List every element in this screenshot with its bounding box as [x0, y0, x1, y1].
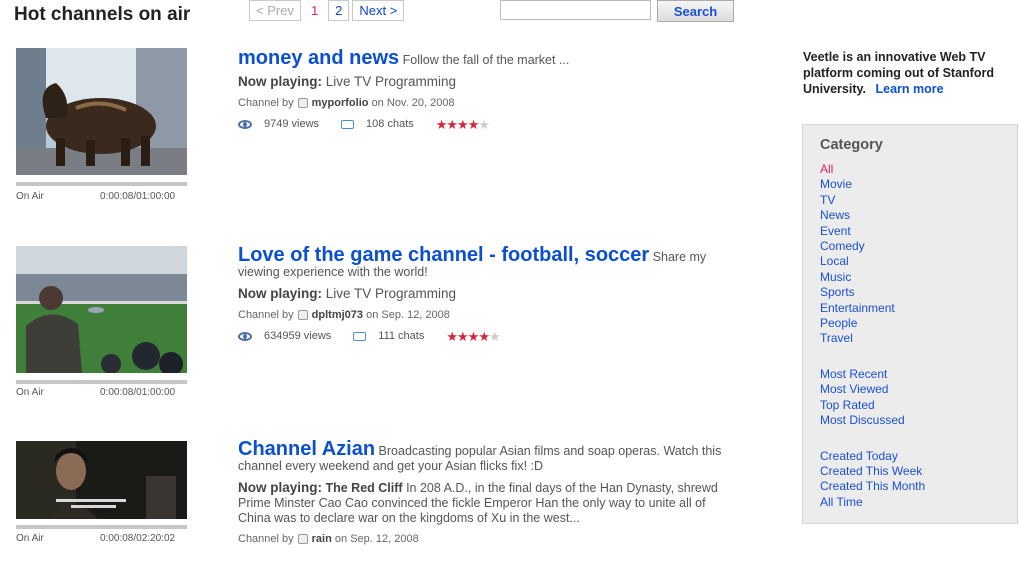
category-link-news[interactable]: News — [820, 208, 1017, 223]
category-link-comedy[interactable]: Comedy — [820, 239, 1017, 254]
playback-time: 0:00:08/02:20:02 — [100, 533, 176, 544]
now-playing-label: Now playing: — [238, 74, 322, 89]
view-count: 9749 views — [264, 118, 320, 130]
category-link-tv[interactable]: TV — [820, 193, 1017, 208]
now-playing: Now playing: Live TV Programming — [238, 286, 728, 301]
category-link-movie[interactable]: Movie — [820, 177, 1017, 192]
chat-count: 111 chats — [378, 330, 425, 342]
category-link-all[interactable]: All — [820, 162, 1017, 177]
rating-stars: ★★★★★ — [435, 117, 490, 132]
now-playing-text: Live TV Programming — [325, 74, 457, 89]
sort-most-discussed[interactable]: Most Discussed — [820, 413, 1017, 428]
category-link-entertainment[interactable]: Entertainment — [820, 301, 1017, 316]
filter-all-time[interactable]: All Time — [820, 495, 1017, 510]
now-playing: Now playing: The Red Cliff In 208 A.D., … — [238, 480, 733, 526]
search-button[interactable]: Search — [657, 0, 734, 22]
prev-page-button[interactable]: < Prev — [249, 0, 301, 21]
chat-icon — [341, 120, 355, 129]
now-playing-label: Now playing: — [238, 480, 322, 495]
playback-time: 0:00:08/01:00:00 — [100, 191, 176, 202]
channel-owner-link[interactable]: dpltmj073 — [312, 309, 363, 321]
channel-thumbnail[interactable] — [16, 48, 187, 175]
date-filter-list: Created Today Created This Week Created … — [820, 449, 1017, 511]
user-icon — [297, 534, 308, 545]
search-input[interactable] — [500, 0, 651, 20]
channel-thumbnail[interactable] — [16, 441, 187, 519]
filter-created-this-week[interactable]: Created This Week — [820, 464, 1017, 479]
channel-stats: 634959 views 111 chats ★★★★★ — [238, 329, 728, 344]
channel-owner-link[interactable]: myporfolio — [312, 97, 369, 109]
on-air-status: On Air — [16, 387, 44, 398]
views-icon — [238, 120, 252, 129]
now-playing-text: Live TV Programming — [325, 286, 457, 301]
sort-most-viewed[interactable]: Most Viewed — [820, 382, 1017, 397]
channel-by-label: Channel by — [238, 533, 294, 545]
chat-icon — [353, 332, 367, 341]
user-icon — [297, 310, 308, 321]
channel-on-label: on — [334, 533, 348, 545]
now-playing: Now playing: Live TV Programming — [238, 74, 738, 89]
page-title: Hot channels on air — [14, 4, 191, 25]
pagination: < Prev 1 2 Next > — [249, 0, 405, 21]
channel-on-label: on — [366, 309, 379, 321]
category-link-local[interactable]: Local — [820, 254, 1017, 269]
category-link-music[interactable]: Music — [820, 270, 1017, 285]
about-veetle: Veetle is an innovative Web TV platform … — [803, 49, 1018, 97]
playback-progress — [16, 525, 187, 529]
chat-count: 108 chats — [366, 118, 414, 130]
user-icon — [297, 98, 308, 109]
playback-progress — [16, 380, 187, 384]
learn-more-link[interactable]: Learn more — [875, 82, 943, 96]
channel-title-link[interactable]: Love of the game channel - football, soc… — [238, 244, 649, 266]
playback-progress — [16, 182, 187, 186]
view-count: 634959 views — [264, 330, 332, 342]
channel-on-label: on — [371, 97, 384, 109]
category-link-sports[interactable]: Sports — [820, 285, 1017, 300]
channel-byline: Channel by dpltmj073 on Sep. 12, 2008 — [238, 308, 728, 323]
channel-by-label: Channel by — [238, 97, 294, 109]
page-2-link[interactable]: 2 — [328, 0, 350, 21]
sort-most-recent[interactable]: Most Recent — [820, 367, 1017, 382]
playback-time: 0:00:08/01:00:00 — [100, 387, 176, 398]
channel-date: Sep. 12, 2008 — [350, 533, 419, 545]
rating-stars: ★★★★★ — [446, 329, 500, 344]
category-type-list: All Movie TV News Event Comedy Local Mus… — [820, 162, 1017, 347]
channel-owner-link[interactable]: rain — [312, 533, 332, 545]
now-playing-label: Now playing: — [238, 286, 322, 301]
now-playing-program: The Red Cliff — [325, 481, 403, 495]
category-panel: Category All Movie TV News Event Comedy … — [802, 124, 1018, 524]
sort-list: Most Recent Most Viewed Top Rated Most D… — [820, 367, 1017, 429]
channel-by-label: Channel by — [238, 309, 294, 321]
category-link-people[interactable]: People — [820, 316, 1017, 331]
page-1-link[interactable]: 1 — [303, 0, 326, 21]
sort-top-rated[interactable]: Top Rated — [820, 398, 1017, 413]
on-air-status: On Air — [16, 533, 44, 544]
on-air-status: On Air — [16, 191, 44, 202]
channel-byline: Channel by myporfolio on Nov. 20, 2008 — [238, 96, 738, 111]
filter-created-today[interactable]: Created Today — [820, 449, 1017, 464]
category-heading: Category — [820, 137, 883, 153]
views-icon — [238, 332, 252, 341]
channel-byline: Channel by rain on Sep. 12, 2008 — [238, 532, 733, 547]
next-page-button[interactable]: Next > — [352, 0, 405, 21]
channel-title-link[interactable]: Channel Azian — [238, 438, 375, 460]
channel-date: Sep. 12, 2008 — [381, 309, 450, 321]
category-link-travel[interactable]: Travel — [820, 331, 1017, 346]
channel-thumbnail[interactable] — [16, 246, 187, 373]
channel-title-link[interactable]: money and news — [238, 47, 399, 69]
category-link-event[interactable]: Event — [820, 224, 1017, 239]
channel-description: Follow the fall of the market ... — [402, 53, 570, 67]
channel-date: Nov. 20, 2008 — [386, 97, 455, 109]
filter-created-this-month[interactable]: Created This Month — [820, 479, 1017, 494]
channel-stats: 9749 views 108 chats ★★★★★ — [238, 117, 738, 132]
